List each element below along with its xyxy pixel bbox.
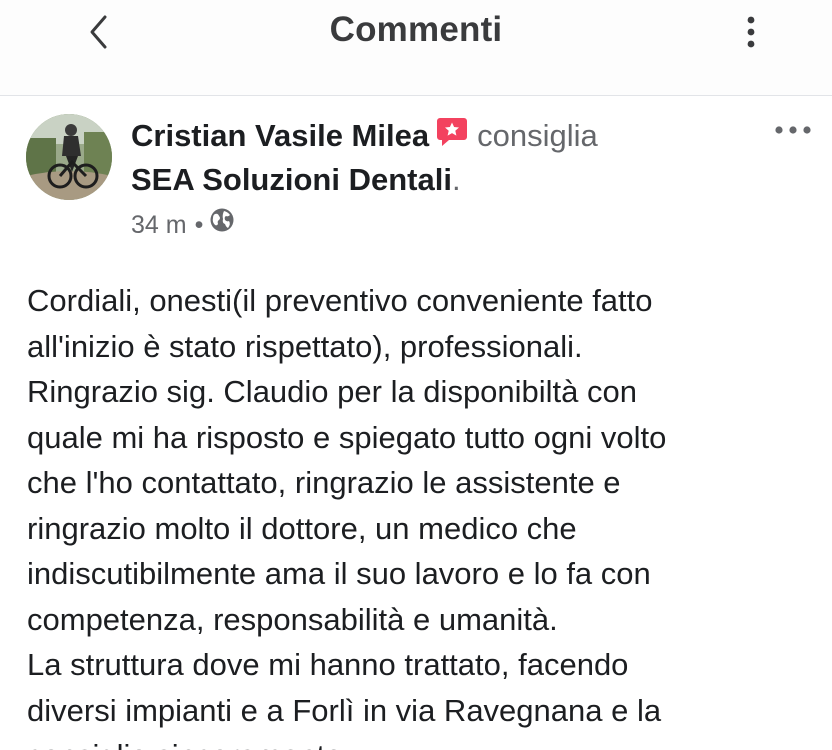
- post-body-line: indiscutibilmente ama il suo lavoro e lo…: [27, 556, 651, 591]
- recommendation-post: Cristian Vasile Milea consiglia SEA Solu…: [0, 97, 832, 750]
- post-body-text: Cordiali, onesti(il preventivo convenien…: [27, 278, 817, 750]
- recommend-star-icon: [435, 115, 469, 160]
- top-app-bar: Commenti: [0, 0, 832, 96]
- post-body-line: competenza, responsabilità e umanità.: [27, 601, 558, 637]
- post-body-line: che l'ho contattato, ringrazio le assist…: [27, 465, 621, 500]
- more-vertical-icon: [747, 16, 755, 48]
- post-options-button[interactable]: [770, 115, 816, 145]
- page-name-period: .: [451, 162, 461, 197]
- post-body-line: consiglio sinceramente.: [27, 733, 817, 750]
- post-body-line: Ringrazio sig. Claudio per la disponibil…: [27, 374, 638, 409]
- author-name[interactable]: Cristian Vasile Milea: [131, 118, 429, 153]
- post-body-line: quale mi ha risposto e spiegato tutto og…: [27, 419, 667, 455]
- page-title: Commenti: [329, 10, 503, 49]
- post-body-line: all'inizio è stato rispettato), professi…: [27, 328, 583, 364]
- avatar[interactable]: [26, 114, 112, 200]
- globe-icon: [209, 207, 235, 242]
- post-body-line: La struttura dove mi hanno trattato, fac…: [27, 647, 629, 682]
- post-timestamp[interactable]: 34 m: [131, 208, 187, 242]
- page-name-link[interactable]: SEA Soluzioni Dentali: [131, 162, 452, 197]
- post-meta: 34 m •: [131, 207, 235, 242]
- header-menu-button[interactable]: [734, 10, 768, 54]
- more-horizontal-icon: [775, 126, 811, 134]
- post-body-line: ringrazio molto il dottore, un medico ch…: [27, 510, 577, 546]
- recommended-page-line: SEA Soluzioni Dentali.: [131, 159, 461, 201]
- post-body-line: diversi impianti e a Forlì in via Ravegn…: [27, 692, 662, 728]
- post-header-line: Cristian Vasile Milea consiglia: [131, 115, 598, 160]
- post-body-line: Cordiali, onesti(il preventivo convenien…: [27, 283, 653, 318]
- meta-separator: •: [194, 210, 204, 239]
- recommend-verb: consiglia: [477, 118, 598, 153]
- cyclist-photo: [26, 114, 112, 200]
